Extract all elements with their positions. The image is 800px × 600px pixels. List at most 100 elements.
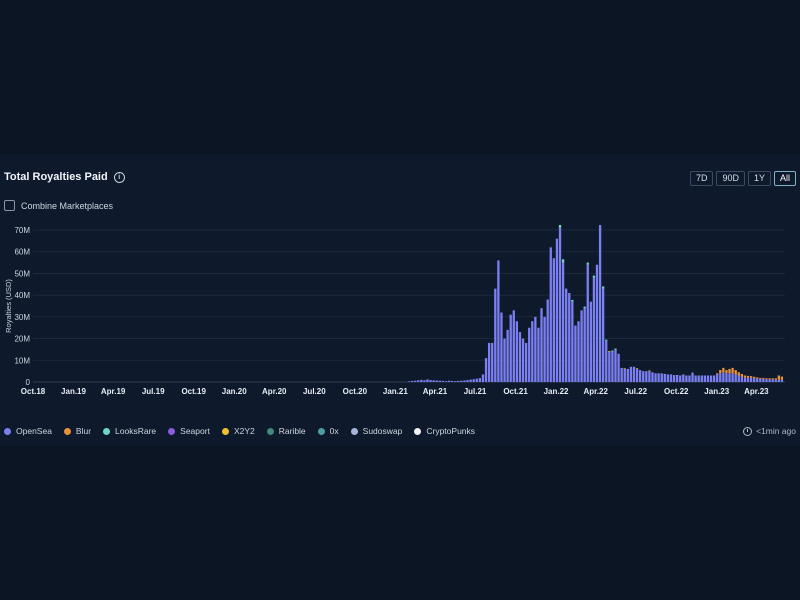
- bar-opensea: [700, 375, 703, 382]
- bar-opensea: [518, 332, 522, 382]
- bar-opensea: [571, 301, 574, 382]
- last-updated-text: <1min ago: [756, 426, 796, 436]
- bar-opensea: [580, 310, 583, 382]
- legend-dot: [317, 427, 325, 435]
- bar-opensea: [657, 373, 660, 382]
- x-tick-label: Oct.21: [503, 387, 528, 396]
- legend-dot: [4, 427, 11, 435]
- bar-opensea: [682, 374, 685, 382]
- bar-opensea: [447, 380, 451, 382]
- bar-x2y2: [648, 370, 651, 372]
- x-tick-label: Jan.19: [61, 387, 86, 396]
- bar-opensea: [598, 225, 602, 382]
- legend-dot: [168, 427, 176, 435]
- legend-item-sudoswap[interactable]: Sudoswap: [350, 426, 403, 436]
- y-axis-label: Royalties (USD): [4, 279, 13, 333]
- combine-checkbox[interactable]: [4, 200, 15, 211]
- legend-item-blur[interactable]: Blur: [63, 426, 91, 436]
- legend-item-opensea[interactable]: OpenSea: [4, 426, 52, 436]
- bar-opensea: [734, 374, 737, 382]
- bar-looksrare: [592, 275, 596, 278]
- bar-opensea: [484, 358, 488, 382]
- combine-label: Combine Marketplaces: [21, 200, 114, 211]
- bar-opensea: [614, 349, 617, 382]
- info-icon[interactable]: i: [113, 171, 125, 183]
- range-90d-button[interactable]: 90D: [716, 171, 745, 186]
- bar-opensea: [574, 325, 577, 382]
- legend-item-x2y2[interactable]: X2Y2: [221, 426, 255, 436]
- bar-opensea: [417, 380, 420, 382]
- bar-opensea: [429, 380, 432, 382]
- bar-opensea: [623, 368, 626, 382]
- combine-marketplaces-toggle[interactable]: Combine Marketplaces: [4, 200, 113, 211]
- legend-label: CryptoPunks: [426, 426, 476, 436]
- bar-opensea: [632, 366, 636, 382]
- range-all-button[interactable]: All: [773, 171, 796, 186]
- bar-opensea: [583, 308, 586, 382]
- bar-opensea: [756, 378, 759, 382]
- legend-label: Sudoswap: [362, 426, 403, 436]
- bar-opensea: [410, 380, 414, 382]
- range-7d-button[interactable]: 7D: [689, 171, 714, 186]
- bar-opensea: [679, 375, 682, 382]
- title-row: Total Royalties Paid i: [4, 171, 125, 183]
- x-tick-label: Oct.20: [343, 387, 368, 396]
- legend-item-looksrare[interactable]: LooksRare: [103, 426, 156, 436]
- y-tick-label: 0: [26, 378, 31, 387]
- bar-opensea: [759, 378, 762, 382]
- bar-opensea: [497, 260, 500, 382]
- legend-item-rarible[interactable]: Rarible: [266, 426, 306, 436]
- bar-opensea: [500, 312, 503, 382]
- x-tick-label: Jul.19: [142, 387, 165, 396]
- bar-opensea: [638, 370, 642, 382]
- bar-opensea: [774, 379, 777, 382]
- bar-blur: [719, 370, 722, 374]
- bar-opensea: [629, 366, 633, 382]
- legend-dot: [103, 427, 111, 435]
- bar-opensea: [716, 374, 719, 382]
- royalties-bar-chart: 0 10M 20M 30M 40M 50M 60M 70M Royalties (USD) Oct…: [4, 225, 785, 396]
- bar-looksrare: [561, 259, 565, 263]
- bar-blur: [762, 377, 765, 379]
- bar-opensea: [660, 373, 663, 382]
- legend-dot: [350, 427, 358, 435]
- bar-blur: [749, 376, 753, 378]
- bar-opensea: [586, 264, 589, 382]
- bar-looksrare: [614, 348, 617, 350]
- bar-looksrare: [586, 262, 589, 265]
- legend-dot: [266, 427, 274, 435]
- bar-blur: [737, 372, 740, 376]
- y-tick-label: 50M: [14, 269, 30, 278]
- legend-label: X2Y2: [233, 426, 255, 436]
- bar-opensea: [515, 321, 519, 382]
- bar-x2y2: [623, 368, 626, 369]
- bar-blur: [716, 373, 719, 375]
- x-tick-label: Jul.21: [464, 387, 487, 396]
- bar-opensea: [466, 380, 469, 382]
- legend-dot: [63, 427, 71, 435]
- bar-looksrare: [602, 286, 605, 289]
- bar-opensea: [435, 380, 438, 382]
- range-1y-button[interactable]: 1Y: [747, 171, 771, 186]
- bar-opensea: [537, 327, 540, 382]
- bar-opensea: [688, 375, 691, 382]
- bar-opensea: [749, 377, 753, 382]
- bar-opensea: [620, 367, 623, 382]
- bar-opensea: [694, 375, 697, 382]
- bar-opensea: [719, 373, 722, 382]
- bar-opensea: [706, 375, 710, 382]
- bar-opensea: [605, 340, 608, 382]
- bar-opensea: [512, 310, 515, 382]
- bar-blur: [777, 375, 780, 380]
- bar-blur: [740, 373, 744, 377]
- y-tick-label: 20M: [14, 335, 30, 344]
- bar-opensea: [669, 374, 673, 382]
- bar-opensea: [577, 321, 580, 382]
- bar-opensea: [454, 381, 457, 382]
- bar-opensea: [463, 380, 466, 382]
- legend-item-0x[interactable]: 0x: [317, 426, 339, 436]
- legend-item-cryptopunks[interactable]: CryptoPunks: [414, 426, 475, 436]
- bar-looksrare: [605, 339, 608, 341]
- legend-item-seaport[interactable]: Seaport: [168, 426, 210, 436]
- bar-opensea: [645, 371, 648, 382]
